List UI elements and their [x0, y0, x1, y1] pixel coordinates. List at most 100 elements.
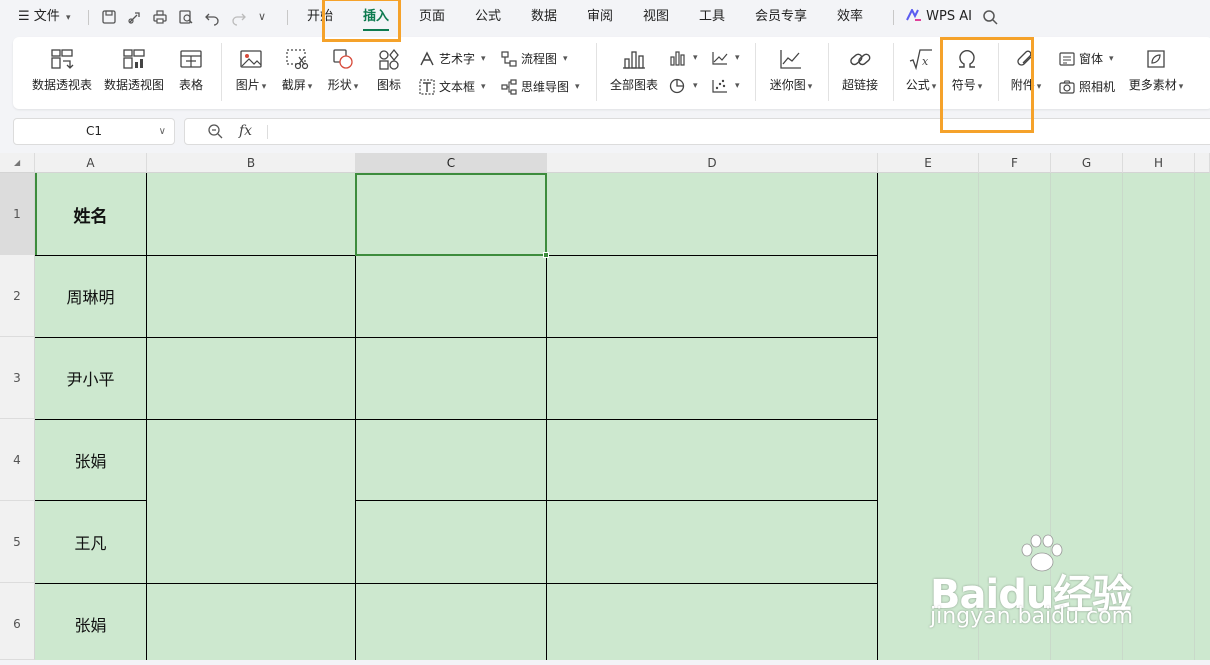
tab-tools[interactable]: 工具	[699, 0, 725, 34]
row-header-1[interactable]: 1	[0, 173, 35, 255]
ribbon-insert: 数据透视表 数据透视图 表格 图片 ▾ 截屏 ▾ 形状 ▾ 图标 艺术字 ▾ 文本框 ▾ …	[13, 37, 1210, 109]
scatter-chart-dropdown[interactable]: ▾	[711, 78, 740, 94]
formula-button[interactable]: x 公式 ▾	[901, 47, 941, 93]
fill-handle[interactable]	[543, 252, 549, 258]
row-header-2[interactable]: 2	[0, 255, 35, 337]
menu-bar: ☰ 文件 ▾ ∨ 开始 插入 页面 公式 数据 审阅 视图 工具 会员专享 效率…	[0, 0, 1210, 34]
column-header-b[interactable]: B	[147, 153, 356, 173]
column-header-d[interactable]: D	[547, 153, 878, 173]
table-button[interactable]: 表格	[173, 47, 209, 93]
zoom-icon[interactable]	[207, 123, 223, 139]
flowchart-label: 流程图	[521, 52, 558, 66]
fx-icon[interactable]: fx	[239, 123, 252, 139]
row-header-3[interactable]: 3	[0, 337, 35, 419]
divider	[893, 10, 894, 25]
tab-member[interactable]: 会员专享	[755, 0, 807, 34]
mindmap-button[interactable]: 思维导图 ▾	[501, 78, 580, 95]
line-chart-dropdown[interactable]: ▾	[711, 50, 740, 66]
hyperlink-button[interactable]: 超链接	[838, 47, 882, 93]
column-header-f[interactable]: F	[979, 153, 1051, 173]
gridline	[1122, 173, 1123, 660]
row-selection-marker	[35, 173, 37, 255]
cell-a5[interactable]: 王凡	[35, 501, 146, 583]
icon-label: 图标	[376, 78, 401, 92]
textbox-icon	[419, 78, 435, 95]
column-chart-dropdown[interactable]: ▾	[669, 50, 698, 66]
tab-review[interactable]: 审阅	[587, 0, 613, 34]
tab-member-label: 会员专享	[755, 9, 808, 24]
icons-icon	[379, 48, 399, 70]
cell-border	[146, 173, 147, 660]
art-text-button[interactable]: 艺术字 ▾	[419, 50, 486, 67]
tab-page[interactable]: 页面	[419, 0, 445, 34]
pivot-chart-button[interactable]: 数据透视图	[101, 47, 167, 93]
cell-a6[interactable]: 张娟	[35, 583, 146, 665]
cell-a1[interactable]: 姓名	[35, 173, 146, 255]
file-menu[interactable]: ☰ 文件 ▾	[18, 0, 70, 34]
picture-label: 图片 ▾	[235, 78, 267, 92]
tab-view[interactable]: 视图	[643, 0, 669, 34]
selected-cell-c1[interactable]	[355, 173, 547, 256]
textbox-button[interactable]: 文本框 ▾	[419, 78, 486, 95]
tab-home-label: 开始	[307, 9, 334, 24]
camera-button[interactable]: 照相机	[1059, 78, 1115, 95]
tab-efficiency[interactable]: 效率	[837, 0, 863, 34]
tab-data[interactable]: 数据	[531, 0, 557, 34]
tab-formula[interactable]: 公式	[475, 0, 501, 34]
row-header-5[interactable]: 5	[0, 501, 35, 583]
window-form-icon	[1059, 51, 1075, 66]
pie-chart-dropdown[interactable]: ▾	[669, 78, 698, 94]
column-header-a[interactable]: A	[35, 153, 147, 173]
art-text-icon	[420, 50, 434, 65]
pie-chart-icon	[669, 78, 685, 94]
hyperlink-label: 超链接	[841, 78, 878, 92]
formula-row: C1 ∨ fx	[0, 114, 1210, 150]
window-button[interactable]: 窗体 ▾	[1059, 50, 1114, 67]
row-header-6[interactable]: 6	[0, 583, 35, 660]
link-icon	[850, 53, 871, 66]
art-text-label: 艺术字	[439, 52, 476, 66]
formula-bar[interactable]: fx	[184, 118, 1210, 145]
svg-text:x: x	[922, 55, 929, 68]
sheet-grid[interactable]: 姓名 周琳明 尹小平 张娟 王凡 张娟	[35, 173, 1210, 660]
chevron-down-icon[interactable]: ∨	[159, 119, 166, 144]
sparkline-label: 迷你图 ▾	[769, 78, 813, 92]
cell-a4[interactable]: 张娟	[35, 419, 146, 501]
sparkline-button[interactable]: 迷你图 ▾	[765, 47, 817, 93]
cell-a2[interactable]: 周琳明	[35, 255, 146, 337]
column-header-g[interactable]: G	[1051, 153, 1123, 173]
select-all-corner[interactable]: ◢	[0, 153, 35, 173]
camera-label: 照相机	[1079, 80, 1116, 94]
screenshot-button[interactable]: 截屏 ▾	[277, 47, 317, 93]
tab-home[interactable]: 开始	[307, 0, 333, 34]
shape-button[interactable]: 形状 ▾	[323, 47, 363, 93]
column-header-e[interactable]: E	[878, 153, 979, 173]
sparkline-icon	[780, 50, 801, 69]
pivot-table-button[interactable]: 数据透视表	[29, 47, 95, 93]
chevron-down-icon: ▾	[65, 13, 71, 23]
more-materials-button[interactable]: 更多素材 ▾	[1125, 47, 1187, 93]
quick-access-more-icon[interactable]: ∨	[258, 0, 266, 34]
wps-ai-button[interactable]: WPS AI	[906, 0, 972, 34]
shape-icon	[333, 49, 353, 69]
symbol-label: 符号 ▾	[951, 78, 983, 92]
all-charts-button[interactable]: 全部图表	[608, 47, 660, 93]
name-box[interactable]: C1 ∨	[13, 118, 175, 145]
flowchart-button[interactable]: 流程图 ▾	[501, 50, 568, 67]
row-header-4[interactable]: 4	[0, 419, 35, 501]
file-menu-label: 文件	[33, 9, 60, 24]
icon-button[interactable]: 图标	[371, 47, 407, 93]
tab-tools-label: 工具	[699, 9, 726, 24]
symbol-button[interactable]: 符号 ▾	[947, 47, 987, 93]
hamburger-icon: ☰	[18, 9, 30, 24]
divider	[267, 125, 268, 139]
cell-a3[interactable]: 尹小平	[35, 337, 146, 419]
column-header-h[interactable]: H	[1123, 153, 1195, 173]
column-header-i[interactable]	[1195, 153, 1210, 173]
column-header-c[interactable]: C	[356, 153, 547, 173]
attachment-button[interactable]: 附件 ▾	[1006, 47, 1046, 93]
divider	[221, 43, 222, 101]
picture-icon	[240, 50, 262, 68]
wps-ai-icon	[906, 7, 921, 21]
picture-button[interactable]: 图片 ▾	[231, 47, 271, 93]
